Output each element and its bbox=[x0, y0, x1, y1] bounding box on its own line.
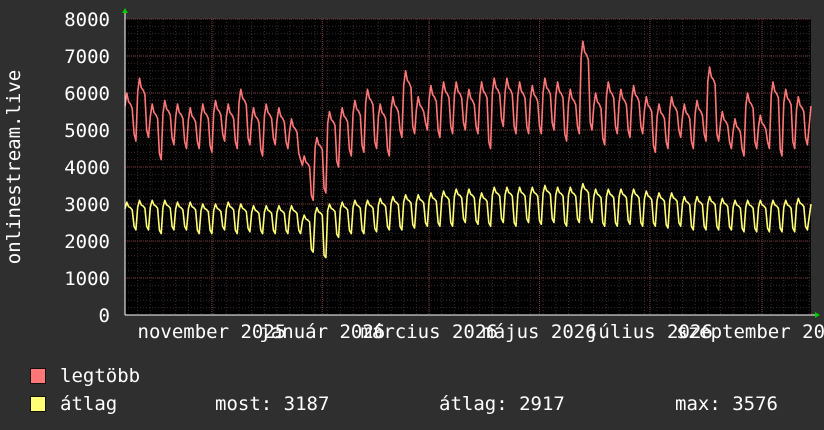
y-tick-label: 5000 bbox=[64, 120, 110, 142]
y-tick-label: 4000 bbox=[64, 157, 110, 179]
x-axis-arrow bbox=[815, 312, 820, 318]
x-tick-label: május 2026 bbox=[482, 321, 596, 343]
x-tick-labels: november 2025január 2026március 2026máju… bbox=[138, 321, 824, 343]
y-axis-label: onlinestream.live bbox=[3, 70, 25, 264]
x-tick-label: szeptember 2026 bbox=[676, 321, 824, 343]
y-tick-label: 2000 bbox=[64, 231, 110, 253]
y-tick-labels: 0 1000 2000 3000 4000 5000 6000 7000 8000 bbox=[64, 9, 110, 327]
chart: 0 1000 2000 3000 4000 5000 6000 7000 8000 novemb… bbox=[3, 8, 824, 343]
y-axis-arrow bbox=[122, 8, 128, 13]
y-tick-label: 0 bbox=[99, 305, 110, 327]
y-tick-label: 3000 bbox=[64, 194, 110, 216]
x-tick-label: március 2026 bbox=[360, 321, 497, 343]
y-tick-label: 8000 bbox=[64, 9, 110, 31]
y-tick-label: 7000 bbox=[64, 46, 110, 68]
y-tick-label: 1000 bbox=[64, 268, 110, 290]
y-tick-label: 6000 bbox=[64, 83, 110, 105]
